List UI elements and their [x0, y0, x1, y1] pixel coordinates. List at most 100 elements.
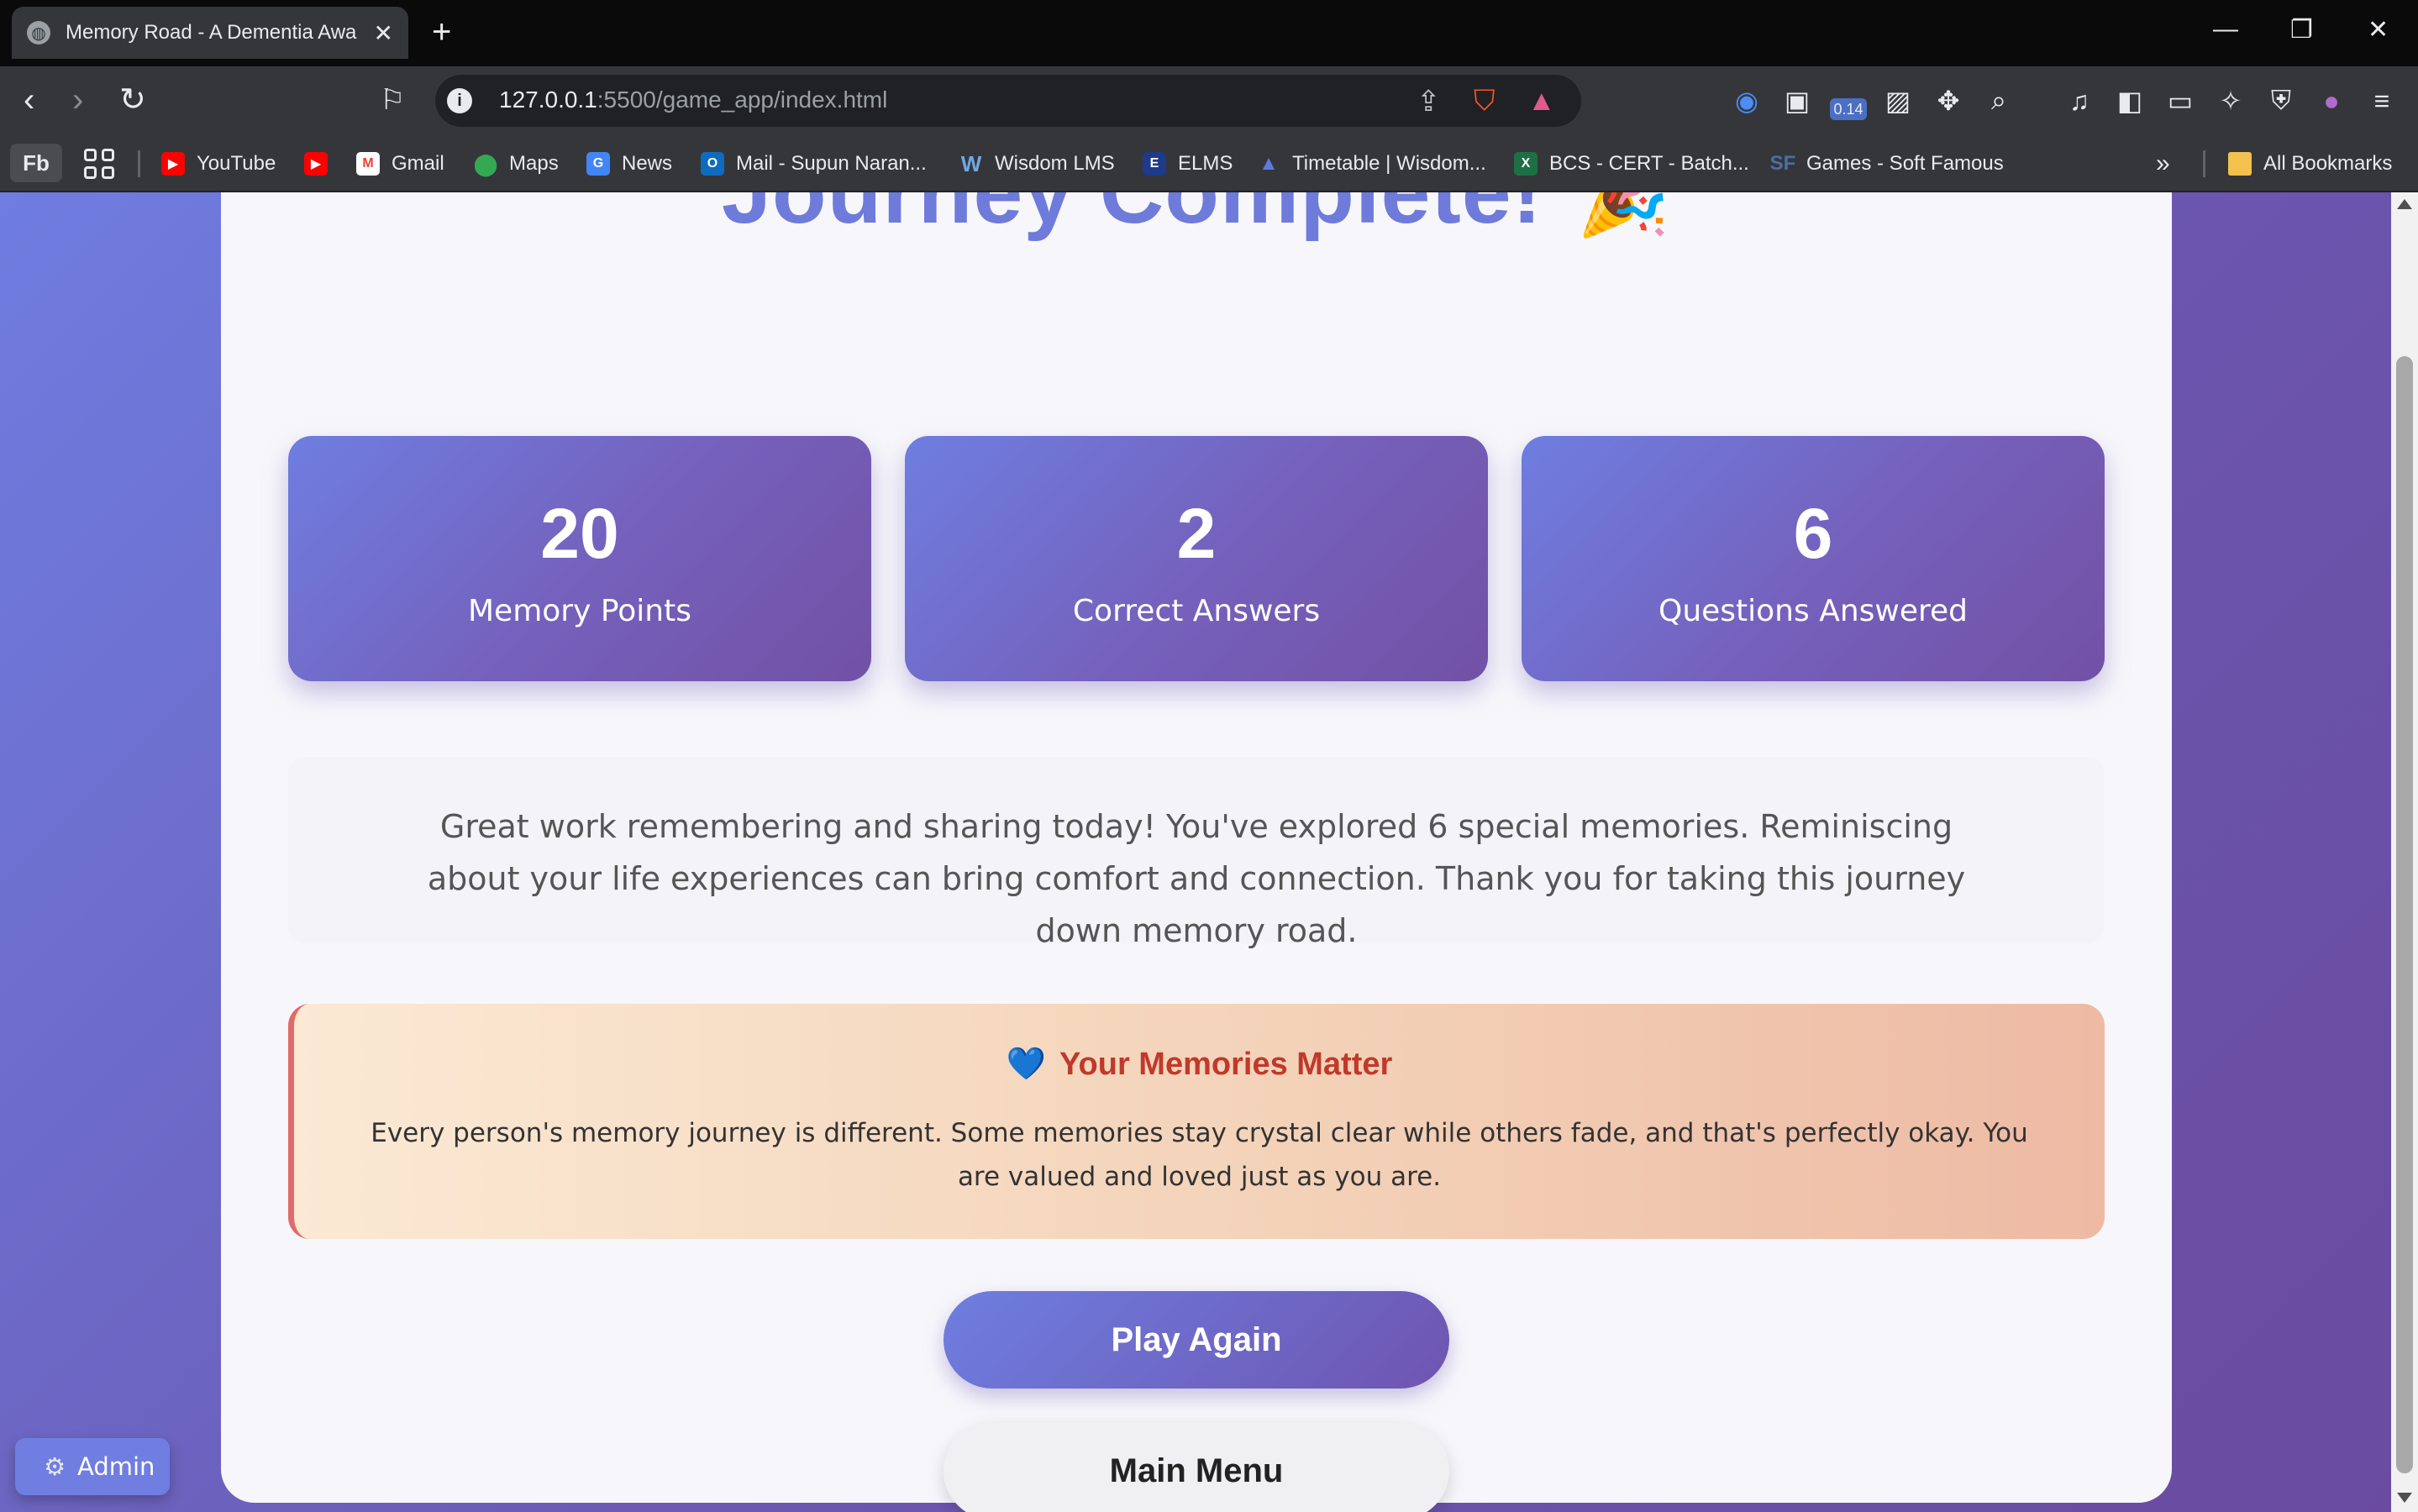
page-viewport: Journey Complete! 🎉 20 Memory Points 2 Co…	[0, 192, 2418, 1512]
back-icon[interactable]: ‹	[24, 81, 34, 118]
bookmark-label: Maps	[509, 152, 559, 175]
site-info-icon[interactable]: i	[447, 88, 472, 113]
bookmarks-separator	[138, 150, 140, 177]
outlook-icon: O	[701, 152, 724, 176]
bookmark-label: ELMS	[1178, 152, 1233, 175]
tab-title: Memory Road - A Dementia Awa	[66, 21, 357, 44]
new-tab-icon[interactable]: +	[432, 15, 451, 49]
youtube-icon: ▶	[304, 152, 328, 176]
stat-correct-answers: 2 Correct Answers	[905, 436, 1488, 681]
brave-rewards-icon[interactable]: ▲	[1527, 85, 1556, 118]
bookmark-youtube-2[interactable]: ▶	[304, 147, 339, 181]
address-bar[interactable]: i 127.0.0.1:5500/game_app/index.html ⇪ ⛉…	[435, 75, 1581, 127]
wisdom-lms-icon: W	[960, 150, 982, 176]
globe-icon: ◍	[27, 21, 50, 45]
bookmark-timetable[interactable]: ▲ Timetable | Wisdom...	[1257, 147, 1486, 181]
main-menu-button[interactable]: Main Menu	[944, 1422, 1449, 1512]
restore-icon[interactable]: ❐	[2290, 15, 2313, 45]
wallet-icon[interactable]: ▭	[2164, 85, 2196, 117]
elms-icon: E	[1143, 152, 1166, 176]
bookmark-label: BCS - CERT - Batch...	[1549, 152, 1749, 175]
close-tab-icon[interactable]: ✕	[374, 19, 393, 47]
vpn-shield-icon[interactable]: ⛨	[2265, 85, 2297, 117]
folder-icon	[2228, 152, 2252, 176]
url-path: :5500/game_app/index.html	[597, 87, 888, 113]
apps-grid-icon[interactable]	[84, 149, 114, 179]
scrollbar-thumb[interactable]	[2396, 356, 2413, 1473]
url-text[interactable]: 127.0.0.1:5500/game_app/index.html	[499, 87, 887, 113]
leo-ai-icon[interactable]: ✧	[2215, 85, 2247, 117]
gmail-icon: M	[356, 152, 380, 176]
bookmark-label: Games - Soft Famous	[1806, 152, 2004, 175]
minimize-icon[interactable]: —	[2213, 15, 2238, 44]
close-window-icon[interactable]: ✕	[2368, 15, 2389, 45]
bookmark-label: YouTube	[197, 152, 276, 175]
stat-value: 6	[1793, 494, 1833, 573]
bookmarks-bar: Fb ▶ YouTube ▶ M Gmail ⬤ Maps G News O M…	[0, 135, 2418, 192]
bookmark-label: News	[622, 152, 673, 175]
stat-label: Correct Answers	[1072, 594, 1321, 628]
news-icon: G	[586, 152, 610, 176]
title-text: Journey Complete!	[721, 192, 1543, 242]
media-icon[interactable]: ♫	[2063, 85, 2095, 117]
graduation-cap-icon: ▲	[1259, 152, 1279, 175]
maps-pin-icon: ⬤	[473, 150, 498, 176]
forward-icon[interactable]: ›	[72, 81, 83, 118]
share-icon[interactable]: ⇪	[1417, 85, 1441, 118]
browser-toolbar: ‹ › ↻ ⚐ i 127.0.0.1:5500/game_app/index.…	[0, 66, 2418, 135]
bookmark-label: Gmail	[392, 152, 444, 175]
gear-icon: ⚙	[44, 1452, 66, 1481]
results-card: Journey Complete! 🎉 20 Memory Points 2 Co…	[221, 192, 2172, 1512]
stat-value: 20	[540, 494, 619, 573]
extensions-puzzle-icon[interactable]: ✥	[1932, 85, 1964, 117]
tab-strip: ◍ Memory Road - A Dementia Awa ✕ + — ❐ ✕	[0, 0, 2418, 66]
stat-value: 2	[1176, 494, 1217, 573]
extension-icon[interactable]: ◉	[1731, 85, 1763, 117]
fb-bookmark[interactable]: Fb	[10, 144, 62, 182]
bookmarks-separator	[2203, 150, 2205, 177]
stat-memory-points: 20 Memory Points	[288, 436, 871, 681]
scroll-up-icon[interactable]	[2397, 199, 2412, 209]
profile-icon[interactable]: ●	[2315, 85, 2347, 117]
extension-badge[interactable]: 0.14	[1830, 98, 1867, 120]
url-host: 127.0.0.1	[499, 87, 597, 113]
youtube-icon: ▶	[161, 152, 185, 176]
find-icon[interactable]: ⌕	[1983, 85, 2015, 117]
bookmark-news[interactable]: G News	[586, 147, 672, 181]
vertical-scrollbar[interactable]	[2391, 192, 2418, 1512]
admin-button[interactable]: ⚙ Admin	[15, 1438, 170, 1495]
bookmark-gmail[interactable]: M Gmail	[356, 147, 444, 181]
stat-label: Questions Answered	[1658, 594, 1968, 628]
screenshot-extension-icon[interactable]: ▣	[1781, 85, 1813, 117]
bookmark-elms[interactable]: E ELMS	[1143, 147, 1233, 181]
bookmark-youtube[interactable]: ▶ YouTube	[161, 147, 276, 181]
bookmark-maps[interactable]: ⬤ Maps	[473, 147, 559, 181]
blue-heart-icon: 💙	[1006, 1047, 1047, 1082]
stat-questions-answered: 6 Questions Answered	[1522, 436, 2105, 681]
memories-matter-box: 💙 Your Memories Matter Every person's mem…	[288, 1004, 2105, 1239]
page-title: Journey Complete! 🎉	[221, 192, 2172, 244]
all-bookmarks-folder[interactable]: All Bookmarks	[2228, 147, 2392, 181]
party-popper-icon: 🎉	[1576, 192, 1672, 239]
bookmark-wisdom-lms[interactable]: W Wisdom LMS	[959, 147, 1115, 181]
menu-icon[interactable]: ≡	[2366, 85, 2398, 117]
stat-label: Memory Points	[468, 594, 691, 628]
more-bookmarks-icon[interactable]: »	[2156, 147, 2170, 181]
bookmark-bcs[interactable]: X BCS - CERT - Batch...	[1514, 147, 1749, 181]
admin-label: Admin	[77, 1452, 155, 1481]
all-bookmarks-label: All Bookmarks	[2263, 152, 2393, 175]
bookmark-label: Mail - Supun Naran...	[736, 152, 927, 175]
sidebar-icon[interactable]: ◧	[2114, 85, 2146, 117]
bookmark-page-icon[interactable]: ⚐	[380, 81, 405, 118]
scroll-down-icon[interactable]	[2397, 1493, 2412, 1503]
image-extension-icon[interactable]: ▨	[1882, 85, 1914, 117]
play-again-button[interactable]: Play Again	[944, 1291, 1449, 1389]
bookmark-games[interactable]: SF Games - Soft Famous	[1770, 147, 2004, 181]
reload-icon[interactable]: ↻	[119, 81, 146, 118]
completion-message: Great work remembering and sharing today…	[288, 757, 2105, 949]
bookmark-label: Wisdom LMS	[995, 152, 1115, 175]
memories-matter-title: 💙 Your Memories Matter	[294, 1046, 2105, 1083]
brave-shield-icon[interactable]: ⛉	[1474, 85, 1495, 118]
browser-tab[interactable]: ◍ Memory Road - A Dementia Awa ✕	[12, 7, 408, 59]
bookmark-mail[interactable]: O Mail - Supun Naran...	[701, 147, 927, 181]
